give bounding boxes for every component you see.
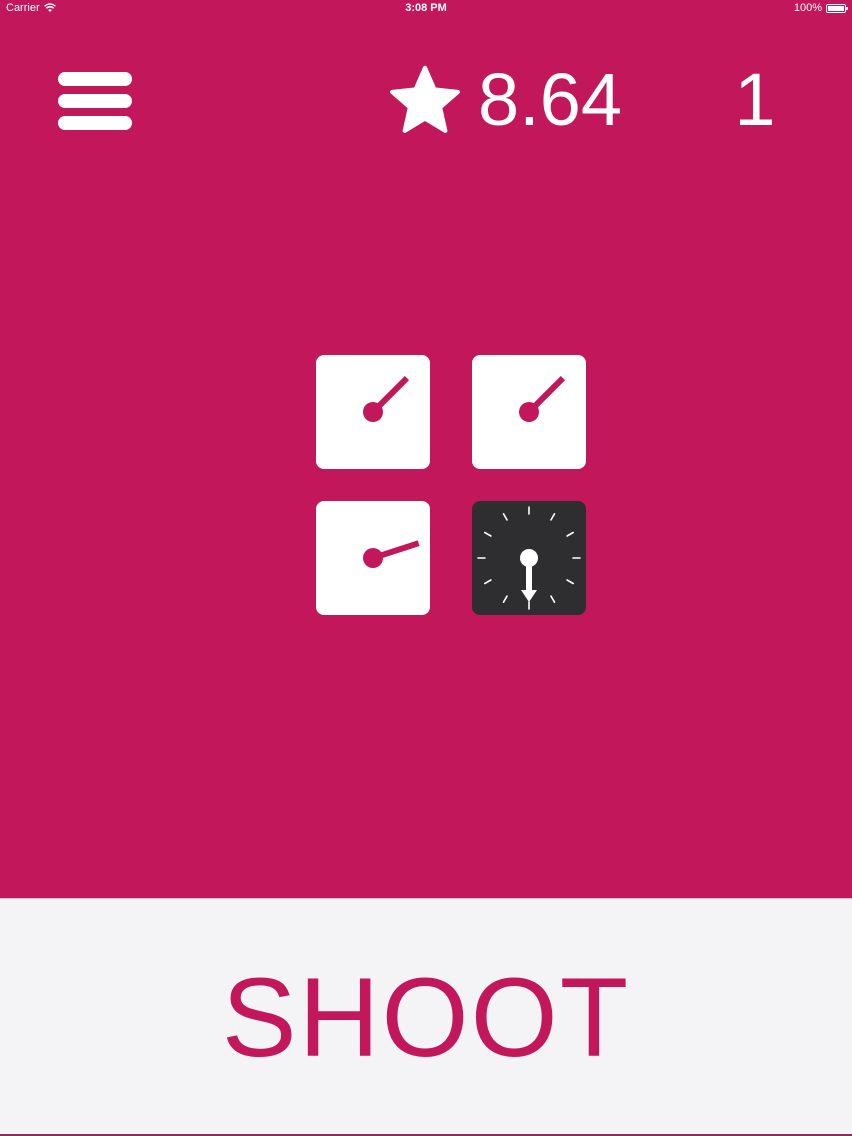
dial-hub (519, 402, 539, 422)
menu-button[interactable] (58, 72, 132, 130)
arrow-head-icon (521, 590, 537, 602)
dial-tick-mark (502, 513, 508, 521)
dial-hub (363, 548, 383, 568)
hamburger-menu-icon (58, 72, 132, 86)
star-icon (390, 65, 460, 133)
status-time: 3:08 PM (405, 2, 447, 14)
dial-hub (363, 402, 383, 422)
dial-face-icon (363, 375, 410, 422)
dial-1[interactable] (316, 355, 430, 469)
shoot-button[interactable]: SHOOT (0, 899, 852, 1135)
dial-tick-mark (502, 595, 508, 603)
dial-face-icon (477, 506, 581, 610)
dial-tick-mark (566, 531, 574, 537)
battery-percent: 100% (793, 2, 822, 14)
dial-tick-mark (566, 579, 574, 585)
dial-3[interactable] (316, 501, 430, 615)
dial-grid (316, 355, 586, 615)
dial-tick-mark (484, 579, 492, 585)
menu-bar-middle (58, 94, 132, 108)
dial-face-icon (363, 540, 420, 568)
score-value: 8.64 (478, 58, 623, 141)
dial-tick-mark (550, 513, 556, 521)
battery-icon (826, 3, 848, 13)
level-counter: 1 (734, 58, 776, 141)
bottom-panel: SHOOT (0, 898, 852, 1135)
dial-face-icon (519, 375, 566, 422)
dial-tick-mark (484, 531, 492, 537)
dial-2[interactable] (472, 355, 586, 469)
battery-indicator: 100% (793, 2, 848, 14)
score-display: 8.64 (390, 60, 622, 140)
dial-hub (520, 549, 538, 567)
battery-fill (828, 5, 844, 11)
dial-tick-mark (550, 595, 556, 603)
menu-bar-bottom (58, 116, 132, 130)
dial-4-active[interactable] (472, 501, 586, 615)
status-bar: Carrier 3:08 PM 100% (0, 0, 852, 18)
